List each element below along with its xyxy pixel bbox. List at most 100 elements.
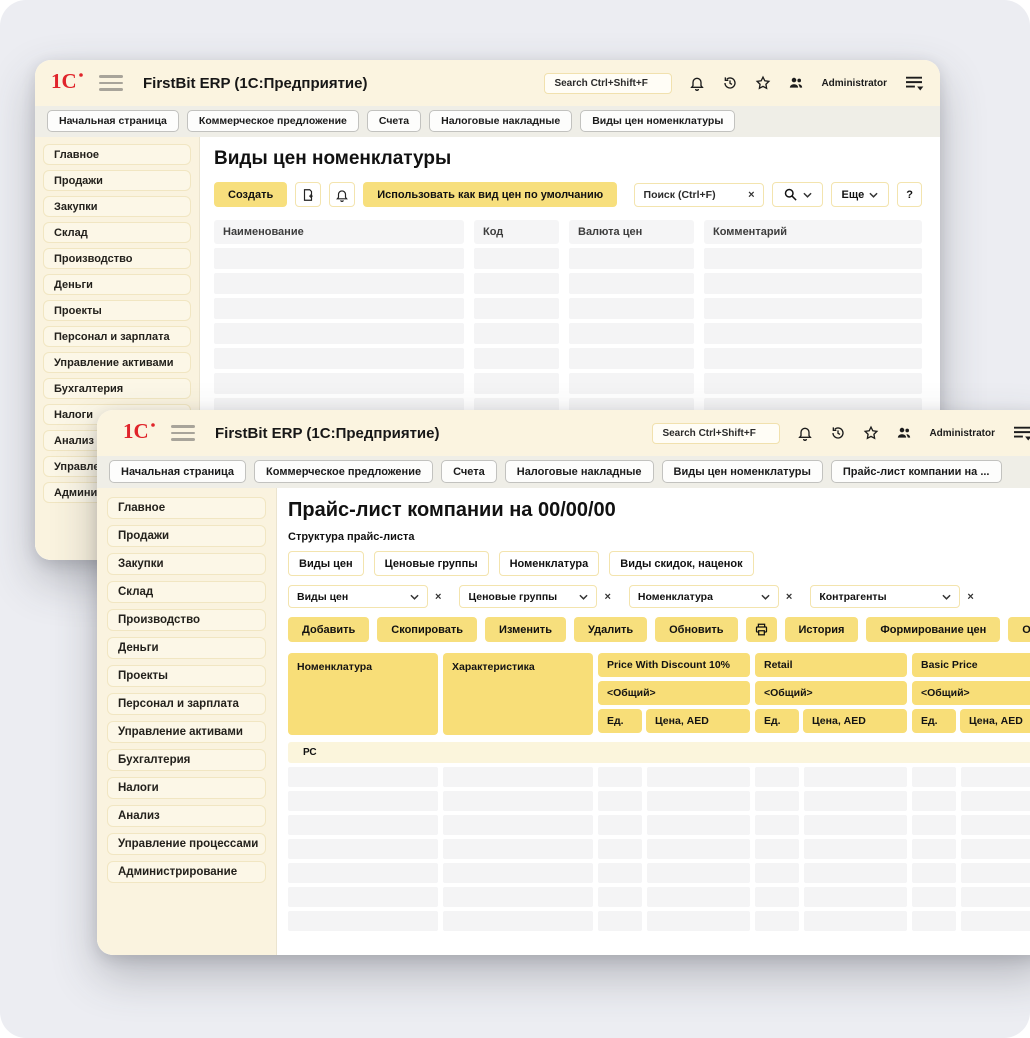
price-formation-button[interactable]: Формирование цен [866,617,1000,642]
price-group-name[interactable]: Price With Discount 10% [598,653,750,677]
filter-clear-icon[interactable]: × [600,591,614,603]
history-icon[interactable] [722,75,738,91]
global-search-input[interactable] [544,73,672,94]
table-row[interactable] [288,887,1030,907]
advanced-search-button[interactable] [772,182,823,207]
tab-commercial-offer[interactable]: Коммерческое предложение [187,110,359,132]
sidebar-item-analysis[interactable]: Анализ [107,805,266,827]
filter-clear-icon[interactable]: × [431,591,445,603]
table-row[interactable] [288,767,1030,787]
table-row[interactable] [214,323,922,344]
table-row[interactable] [214,348,922,369]
table-row[interactable] [214,373,922,394]
sidebar-item-administration[interactable]: Администрирование [107,861,266,883]
sidebar-item-hr[interactable]: Персонал и зарплата [43,326,191,347]
delete-button[interactable]: Удалить [574,617,647,642]
reminder-bell-icon[interactable] [329,182,355,207]
filter-clear-icon[interactable]: × [782,591,796,603]
tab-invoices[interactable]: Счета [367,110,421,132]
edit-button[interactable]: Изменить [485,617,566,642]
price-group-scope[interactable]: <Общий> [755,681,907,705]
global-search-input[interactable] [652,423,780,444]
tab-tax-invoices[interactable]: Налоговые накладные [429,110,572,132]
price-group-scope[interactable]: <Общий> [598,681,750,705]
price-group-name[interactable]: Retail [755,653,907,677]
column-header-nomenclature[interactable]: Номенклатура [288,653,438,735]
favorites-star-icon[interactable] [755,75,771,91]
sidebar-item-warehouse[interactable]: Склад [107,581,266,603]
global-search[interactable] [652,423,780,444]
history-button[interactable]: История [785,617,859,642]
unit-column-header[interactable]: Ед. [598,709,642,733]
sidebar-item-assets[interactable]: Управление активами [43,352,191,373]
create-button[interactable]: Создать [214,182,287,207]
filter-price-types-select[interactable]: Виды цен [288,585,428,608]
more-button[interactable]: Еще [831,182,890,207]
users-icon[interactable] [896,425,912,441]
sidebar-item-money[interactable]: Деньги [43,274,191,295]
sidebar-item-assets[interactable]: Управление активами [107,721,266,743]
sidebar-item-money[interactable]: Деньги [107,637,266,659]
sidebar-item-hr[interactable]: Персонал и зарплата [107,693,266,715]
table-row[interactable] [288,839,1030,859]
sidebar-item-purchases[interactable]: Закупки [43,196,191,217]
price-group-scope[interactable]: <Общий> [912,681,1030,705]
use-as-default-button[interactable]: Использовать как вид цен по умолчанию [363,182,617,207]
structure-price-groups-button[interactable]: Ценовые группы [374,551,489,576]
tab-price-types[interactable]: Виды цен номенклатуры [662,460,823,483]
tab-invoices[interactable]: Счета [441,460,497,483]
print-button[interactable] [746,617,777,642]
price-group-name[interactable]: Basic Price [912,653,1030,677]
sidebar-item-main[interactable]: Главное [107,497,266,519]
sidebar-item-taxes[interactable]: Налоги [107,777,266,799]
column-header-code[interactable]: Код [474,220,559,244]
notifications-bell-icon[interactable] [689,75,705,91]
structure-price-types-button[interactable]: Виды цен [288,551,364,576]
tab-commercial-offer[interactable]: Коммерческое предложение [254,460,433,483]
unit-column-header[interactable]: Ед. [755,709,799,733]
sidebar-item-sales[interactable]: Продажи [107,525,266,547]
table-row[interactable] [214,298,922,319]
column-header-name[interactable]: Наименование [214,220,464,244]
tab-tax-invoices[interactable]: Налоговые накладные [505,460,654,483]
refresh-button[interactable]: Обновить [655,617,737,642]
sidebar-item-accounting[interactable]: Бухгалтерия [107,749,266,771]
hamburger-menu-icon[interactable] [171,425,195,441]
structure-discounts-button[interactable]: Виды скидок, наценок [609,551,753,576]
tab-price-types[interactable]: Виды цен номенклатуры [580,110,735,132]
table-row[interactable] [288,815,1030,835]
hamburger-menu-icon[interactable] [99,75,123,91]
table-row[interactable] [288,911,1030,931]
sidebar-item-process-management[interactable]: Управление процессами [107,833,266,855]
filter-nomenclature-select[interactable]: Номенклатура [629,585,779,608]
current-user-label[interactable]: Administrator [929,428,995,439]
table-row[interactable] [214,248,922,269]
sidebar-item-production[interactable]: Производство [43,248,191,269]
sidebar-item-main[interactable]: Главное [43,144,191,165]
price-column-header[interactable]: Цена, AED [960,709,1030,733]
column-header-characteristic[interactable]: Характеристика [443,653,593,735]
filter-clear-icon[interactable]: × [963,591,977,603]
sidebar-item-projects[interactable]: Проекты [107,665,266,687]
clear-search-icon[interactable]: × [744,189,758,201]
new-document-icon[interactable] [295,182,321,207]
main-menu-icon[interactable] [904,75,924,91]
column-header-currency[interactable]: Валюта цен [569,220,694,244]
tab-home[interactable]: Начальная страница [109,460,246,483]
table-row[interactable] [288,791,1030,811]
history-icon[interactable] [830,425,846,441]
add-button[interactable]: Добавить [288,617,369,642]
filter-price-groups-select[interactable]: Ценовые группы [459,585,597,608]
favorites-star-icon[interactable] [863,425,879,441]
tab-home[interactable]: Начальная страница [47,110,179,132]
list-search-input[interactable] [644,189,741,201]
unit-column-header[interactable]: Ед. [912,709,956,733]
current-user-label[interactable]: Administrator [821,78,887,89]
help-button[interactable]: ? [897,182,922,207]
global-search[interactable] [544,73,672,94]
filter-counterparties-select[interactable]: Контрагенты [810,585,960,608]
show-header-button[interactable]: Отображать заголовок [1008,617,1030,642]
sidebar-item-production[interactable]: Производство [107,609,266,631]
copy-button[interactable]: Скопировать [377,617,477,642]
main-menu-icon[interactable] [1012,425,1030,441]
